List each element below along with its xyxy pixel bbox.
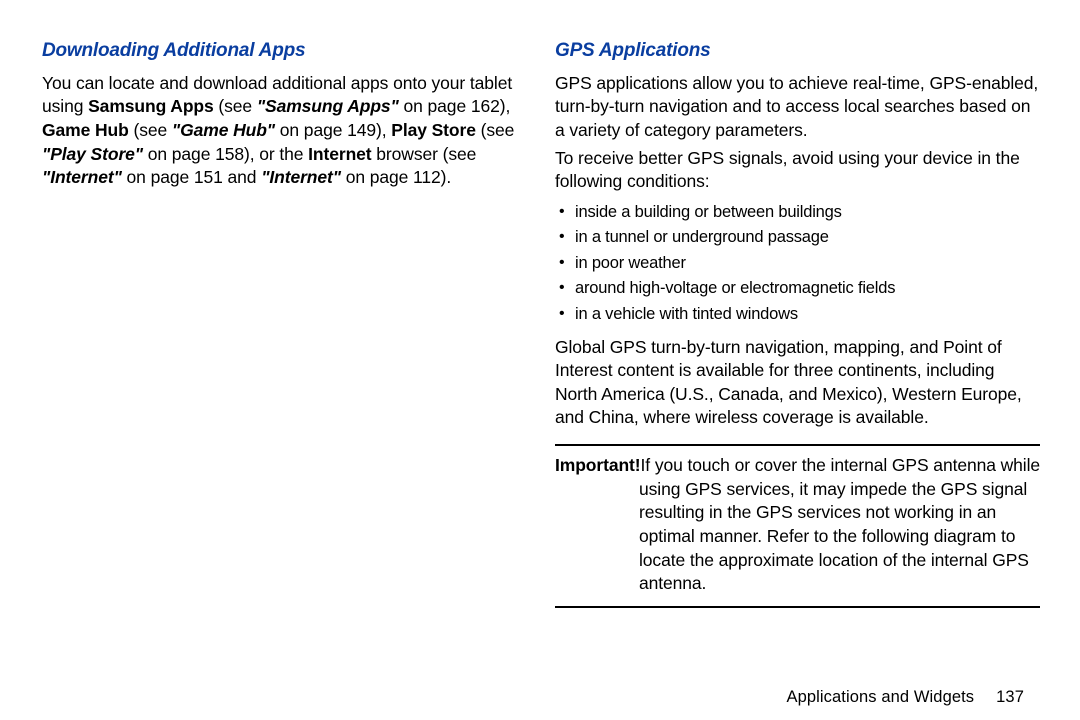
bold-play-store: Play Store	[391, 120, 476, 140]
important-note: Important! If you touch or cover the int…	[555, 444, 1040, 608]
right-column: GPS Applications GPS applications allow …	[555, 38, 1040, 710]
text: on page 151 and	[122, 167, 261, 187]
ref-play-store: "Play Store"	[42, 144, 143, 164]
list-item: in a tunnel or underground passage	[559, 225, 1040, 251]
heading-downloading-additional-apps: Downloading Additional Apps	[42, 38, 527, 64]
bold-internet: Internet	[308, 144, 371, 164]
ref-samsung-apps: "Samsung Apps"	[257, 96, 399, 116]
list-item: in poor weather	[559, 251, 1040, 277]
note-label: Important!	[555, 454, 641, 478]
paragraph-download-apps: You can locate and download additional a…	[42, 72, 527, 190]
footer-section: Applications and Widgets	[786, 688, 974, 706]
text: on page 149),	[275, 120, 391, 140]
gps-conditions-list: inside a building or between buildings i…	[555, 200, 1040, 328]
bold-samsung-apps: Samsung Apps	[88, 96, 214, 116]
list-item: inside a building or between buildings	[559, 200, 1040, 226]
left-column: Downloading Additional Apps You can loca…	[42, 38, 527, 710]
ref-internet-1: "Internet"	[42, 167, 122, 187]
text: (see	[214, 96, 257, 116]
bold-game-hub: Game Hub	[42, 120, 129, 140]
ref-internet-2: "Internet"	[261, 167, 341, 187]
text: (see	[129, 120, 172, 140]
list-item: in a vehicle with tinted windows	[559, 302, 1040, 328]
list-item: around high-voltage or electromagnetic f…	[559, 276, 1040, 302]
text: on page 158), or the	[143, 144, 308, 164]
page-footer: Applications and Widgets 137	[786, 686, 1024, 708]
page: Downloading Additional Apps You can loca…	[0, 0, 1080, 720]
text: browser (see	[372, 144, 477, 164]
paragraph-gps-intro: GPS applications allow you to achieve re…	[555, 72, 1040, 143]
heading-gps-applications: GPS Applications	[555, 38, 1040, 64]
paragraph-gps-conditions: To receive better GPS signals, avoid usi…	[555, 147, 1040, 194]
page-number: 137	[996, 688, 1024, 706]
text: on page 162),	[399, 96, 510, 116]
text: (see	[476, 120, 514, 140]
paragraph-gps-coverage: Global GPS turn-by-turn navigation, mapp…	[555, 336, 1040, 431]
ref-game-hub: "Game Hub"	[172, 120, 275, 140]
text: on page 112).	[341, 167, 451, 187]
